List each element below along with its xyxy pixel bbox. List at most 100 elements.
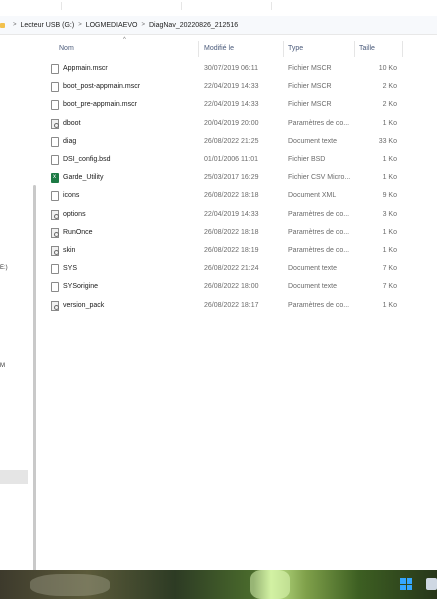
windows-start-icon[interactable] — [400, 578, 412, 590]
file-modified-date: 26/08/2022 18:18 — [204, 228, 259, 236]
file-type: Fichier MSCR — [288, 65, 332, 72]
column-divider[interactable] — [198, 41, 199, 57]
nav-item-fragment[interactable]: E:) — [0, 265, 8, 271]
file-name: DSI_config.bsd — [63, 156, 111, 163]
file-size: 2 Ko — [382, 83, 397, 91]
file-name: RunOnce — [63, 228, 93, 236]
file-name: SYS — [63, 265, 78, 273]
file-size: 1 Ko — [382, 174, 397, 182]
excel-csv-icon — [51, 173, 59, 184]
breadcrumb-item[interactable]: Lecteur USB (G:) — [21, 22, 75, 29]
file-type: Fichier CSV Micro... — [288, 174, 351, 182]
file-modified-date: 26/08/2022 18:17 — [204, 301, 259, 309]
breadcrumb-item[interactable]: DiagNav_20220826_212516 — [149, 22, 238, 29]
top-strip — [0, 0, 437, 12]
file-type: Fichier MSCR — [288, 101, 332, 109]
taskbar-app-icon[interactable] — [426, 578, 437, 590]
file-row[interactable]: boot_post-appmain.mscr 22/04/2019 14:33 Fi… — [41, 78, 437, 96]
file-row[interactable]: version_pack 26/08/2022 18:17 Paramètres d… — [41, 297, 437, 315]
column-divider[interactable] — [354, 41, 355, 57]
file-row[interactable]: diag 26/08/2022 21:25 Document texte 33 Ko — [41, 133, 437, 151]
file-row[interactable]: SYS 26/08/2022 21:24 Document texte 7 Ko — [41, 260, 437, 278]
file-type: Document texte — [288, 265, 338, 273]
wallpaper-detail — [250, 570, 290, 599]
file-modified-date: 26/08/2022 18:00 — [204, 283, 259, 291]
file-modified-date: 20/04/2019 20:00 — [204, 119, 259, 127]
navigation-pane: E:) M — [0, 35, 38, 587]
file-size: 9 Ko — [382, 192, 397, 200]
breadcrumb: > Lecteur USB (G:) > LOGMEDIAEVO > DiagN… — [0, 16, 437, 35]
file-size: 1 Ko — [382, 156, 397, 163]
file-size: 1 Ko — [382, 119, 397, 127]
document-icon — [51, 191, 59, 202]
file-name: diag — [63, 137, 77, 145]
file-type: Document XML — [288, 192, 337, 200]
wallpaper-detail — [30, 574, 110, 596]
chevron-right-icon: > — [141, 22, 145, 28]
file-modified-date: 26/08/2022 18:18 — [204, 192, 259, 200]
chevron-right-icon: > — [78, 22, 82, 28]
file-row[interactable]: Appmain.mscr 30/07/2019 06:11 Fichier MSCR… — [41, 60, 437, 78]
file-modified-date: 26/08/2022 21:25 — [204, 137, 259, 145]
settings-file-icon — [51, 209, 59, 220]
file-type: Fichier BSD — [288, 156, 326, 163]
nav-scrollbar[interactable] — [33, 185, 36, 587]
file-size: 33 Ko — [378, 137, 397, 145]
file-row[interactable]: skin 26/08/2022 18:19 Paramètres de co... 1… — [41, 242, 437, 260]
text-file-icon — [51, 282, 59, 293]
nav-item-fragment[interactable]: M — [0, 363, 5, 369]
file-size: 1 Ko — [382, 247, 397, 254]
file-size: 3 Ko — [382, 210, 397, 218]
file-row[interactable]: boot_pre-appmain.mscr 22/04/2019 14:33 Fic… — [41, 96, 437, 114]
file-type: Document texte — [288, 137, 338, 145]
top-divider — [180, 2, 182, 10]
file-row[interactable]: RunOnce 26/08/2022 18:18 Paramètres de co.… — [41, 224, 437, 242]
column-header-name[interactable]: Nom — [59, 45, 74, 52]
file-name: icons — [63, 192, 80, 200]
file-name: SYSorigine — [63, 283, 99, 291]
file-size: 2 Ko — [382, 101, 397, 109]
file-row[interactable]: icons 26/08/2022 18:18 Document XML 9 Ko — [41, 187, 437, 205]
folder-icon — [0, 22, 5, 28]
text-file-icon — [51, 264, 59, 275]
file-name: boot_post-appmain.mscr — [63, 83, 141, 91]
file-size: 1 Ko — [382, 301, 397, 309]
chevron-right-icon: > — [13, 22, 17, 28]
text-file-icon — [51, 136, 59, 147]
file-type: Paramètres de co... — [288, 228, 350, 236]
file-size: 7 Ko — [382, 283, 397, 291]
settings-file-icon — [51, 300, 59, 311]
file-modified-date: 25/03/2017 16:29 — [204, 174, 259, 182]
file-type: Fichier MSCR — [288, 83, 332, 91]
column-divider[interactable] — [283, 41, 284, 57]
top-divider — [270, 2, 272, 10]
settings-file-icon — [51, 227, 59, 238]
file-modified-date: 01/01/2006 11:01 — [204, 156, 258, 163]
file-name: Appmain.mscr — [63, 65, 108, 72]
settings-file-icon — [51, 246, 59, 256]
column-header-modified[interactable]: Modifié le — [204, 45, 234, 52]
file-type: Paramètres de co... — [288, 119, 350, 127]
file-row[interactable]: Garde_Utility 25/03/2017 16:29 Fichier CSV… — [41, 169, 437, 187]
document-icon — [51, 64, 59, 74]
file-size: 10 Ko — [378, 65, 397, 72]
column-divider[interactable] — [402, 41, 403, 57]
file-modified-date: 22/04/2019 14:33 — [204, 101, 259, 109]
column-header-type[interactable]: Type — [288, 45, 303, 52]
file-modified-date: 22/04/2019 14:33 — [204, 83, 259, 91]
file-size: 7 Ko — [382, 265, 397, 273]
document-icon — [51, 82, 59, 93]
file-row[interactable]: options 22/04/2019 14:33 Paramètres de co.… — [41, 206, 437, 224]
file-row[interactable]: DSI_config.bsd 01/01/2006 11:01 Fichier BS… — [41, 151, 437, 169]
file-name: boot_pre-appmain.mscr — [63, 101, 137, 109]
breadcrumb-item[interactable]: LOGMEDIAEVO — [86, 22, 138, 29]
column-header-row: ^ Nom Modifié le Type Taille — [41, 35, 437, 61]
file-size: 1 Ko — [382, 228, 397, 236]
nav-item-selected[interactable] — [0, 470, 28, 484]
file-modified-date: 30/07/2019 06:11 — [204, 65, 258, 72]
file-row[interactable]: dboot 20/04/2019 20:00 Paramètres de co...… — [41, 115, 437, 133]
column-header-size[interactable]: Taille — [359, 45, 375, 52]
file-modified-date: 26/08/2022 18:19 — [204, 247, 259, 254]
file-name: options — [63, 210, 86, 218]
file-row[interactable]: SYSorigine 26/08/2022 18:00 Document texte… — [41, 278, 437, 296]
